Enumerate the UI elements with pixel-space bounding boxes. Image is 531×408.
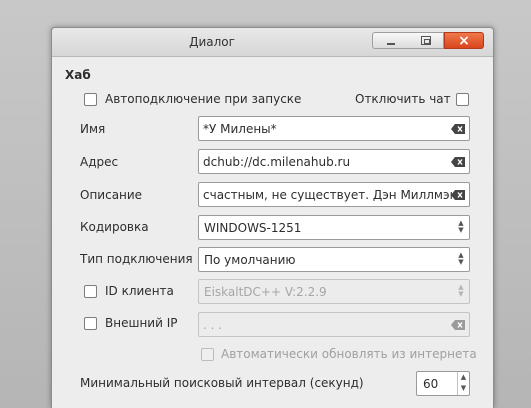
address-field[interactable]: dchub://dc.milenahub.ru: [198, 149, 470, 174]
external-ip-field: . . .: [198, 312, 470, 337]
maximize-icon: [421, 36, 431, 45]
dialog-window: Диалог × Хаб Автоподключение при запуске…: [51, 27, 494, 408]
description-label: Описание: [80, 188, 143, 202]
clear-text-icon: [451, 320, 465, 330]
auto-update-label: Автоматически обновлять из интернета: [221, 347, 477, 361]
address-label: Адрес: [80, 155, 119, 169]
encoding-label: Кодировка: [80, 220, 149, 234]
up-down-arrows-icon: ▲ ▼: [458, 219, 464, 234]
name-label: Имя: [80, 122, 106, 136]
autoconnect-checkbox[interactable]: [84, 93, 97, 106]
autoconnect-label[interactable]: Автоподключение при запуске: [105, 92, 301, 106]
close-button[interactable]: ×: [444, 32, 484, 49]
description-field[interactable]: счастным, не существует. Дэн Миллмэн.: [198, 182, 470, 207]
client-id-value: EiskaltDC++ V:2.2.9: [204, 285, 327, 299]
maximize-button[interactable]: [409, 32, 444, 49]
title-bar[interactable]: Диалог ×: [52, 28, 493, 57]
connection-type-label: Тип подключения: [80, 252, 193, 266]
description-value: счастным, не существует. Дэн Миллмэн.: [203, 188, 462, 202]
client-id-label[interactable]: ID клиента: [105, 284, 174, 298]
client-id-checkbox[interactable]: [84, 285, 97, 298]
clear-text-icon[interactable]: [451, 190, 465, 200]
window-title: Диалог: [189, 35, 235, 49]
minimize-button[interactable]: [372, 32, 410, 49]
minimize-icon: [387, 42, 395, 45]
name-value: *У Милены*: [203, 122, 277, 136]
client-id-select: EiskaltDC++ V:2.2.9 ▲ ▼: [198, 279, 470, 304]
external-ip-checkbox[interactable]: [84, 317, 97, 330]
connection-type-select[interactable]: По умолчанию ▲ ▼: [198, 247, 470, 272]
connection-type-value: По умолчанию: [204, 253, 296, 267]
spin-arrows-icon[interactable]: ▲ ▼: [457, 372, 469, 395]
external-ip-value: . . .: [203, 318, 223, 332]
address-value: dchub://dc.milenahub.ru: [203, 155, 351, 169]
disable-chat-label[interactable]: Отключить чат: [355, 92, 451, 106]
clear-text-icon[interactable]: [451, 157, 465, 167]
name-field[interactable]: *У Милены*: [198, 116, 470, 141]
clear-text-icon[interactable]: [451, 124, 465, 134]
search-interval-value: 60: [423, 377, 439, 391]
search-interval-label: Минимальный поисковый интервал (секунд): [80, 376, 364, 390]
auto-update-checkbox: [201, 348, 214, 361]
external-ip-label[interactable]: Внешний IP: [105, 316, 177, 330]
up-down-arrows-icon: ▲ ▼: [458, 251, 464, 266]
disable-chat-checkbox[interactable]: [456, 93, 469, 106]
close-icon: ×: [458, 32, 470, 49]
encoding-value: WINDOWS-1251: [204, 221, 302, 235]
hub-group-title: Хаб: [65, 68, 91, 82]
up-down-arrows-icon: ▲ ▼: [458, 283, 464, 298]
search-interval-spinbox[interactable]: 60 ▲ ▼: [416, 371, 470, 396]
encoding-select[interactable]: WINDOWS-1251 ▲ ▼: [198, 215, 470, 240]
